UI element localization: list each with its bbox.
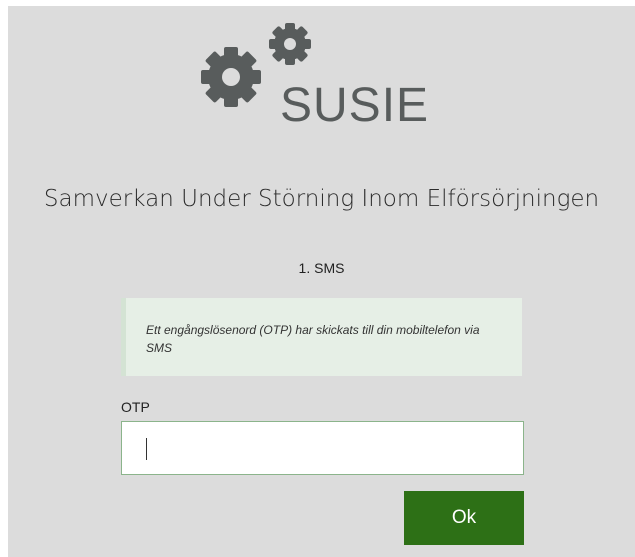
- info-alert: Ett engångslösenord (OTP) har skickats t…: [121, 298, 522, 376]
- logo-text: SUSIE: [280, 79, 430, 132]
- page-subtitle: Samverkan Under Störning Inom Elförsörjn…: [43, 186, 600, 212]
- text-cursor: [146, 438, 147, 460]
- info-text: Ett engångslösenord (OTP) har skickats t…: [146, 323, 480, 355]
- step-label: 1. SMS: [298, 260, 345, 276]
- susie-logo: SUSIE: [184, 16, 454, 144]
- otp-input[interactable]: [121, 421, 524, 475]
- login-panel: SUSIE Samverkan Under Störning Inom Elfö…: [8, 6, 635, 557]
- otp-label: OTP: [121, 399, 150, 415]
- ok-button[interactable]: Ok: [404, 491, 524, 545]
